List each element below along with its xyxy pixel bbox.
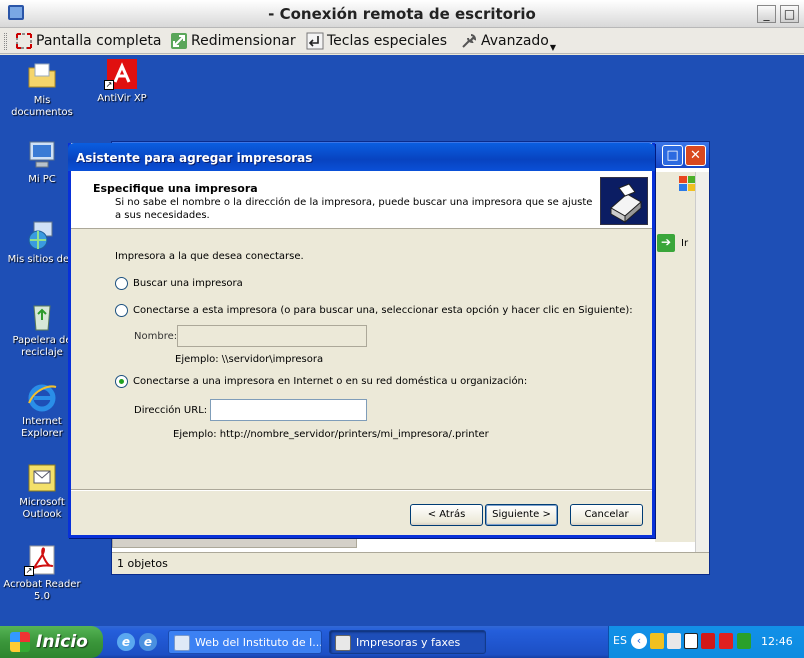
remote-desktop-title: - Conexión remota de escritorio [268,5,536,23]
network-globe-icon [26,219,58,251]
recycle-bin-icon [26,300,58,332]
advanced-label: Avanzado [481,33,549,49]
resize-button[interactable]: Redimensionar [170,31,296,51]
network-icon[interactable] [667,633,681,649]
ie-quicklaunch-icon-2[interactable]: e [139,633,157,651]
system-tray: ES ‹ 12:46 [608,626,804,658]
next-button[interactable]: Siguiente > [485,504,558,526]
go-label: Ir [681,237,689,249]
printer-icon [600,177,648,225]
window-icon [174,635,190,651]
chevron-down-icon: ▼ [549,42,557,52]
printer-prompt: Impresora a la que desea conectarse. [115,251,304,262]
wizard-subheading: Si no sabe el nombre o la dirección de l… [115,197,593,221]
clock: 12:46 [761,635,793,648]
antivir-tray-icon[interactable] [719,633,733,649]
special-keys-button[interactable]: Teclas especiales [306,31,447,51]
wizard-header: Especifique una impresora Si no sabe el … [71,171,652,229]
start-button[interactable]: Inicio [0,626,103,658]
outlook-icon [26,462,58,494]
shield-icon[interactable] [650,633,664,649]
url-input[interactable] [210,399,367,421]
taskbar-item-label: Web del Instituto de l... [195,636,322,649]
resize-label: Redimensionar [191,33,296,49]
radio-search-printer[interactable] [115,277,128,290]
name-label: Nombre: [134,331,178,342]
acrobat-icon: ↗ [24,544,58,576]
resize-tray-icon[interactable] [737,633,751,649]
radio-connect-printer-label[interactable]: Conectarse a esta impresora (o para busc… [133,305,633,316]
desktop-icon-acrobat[interactable]: ↗ Acrobat Reader 5.0 [2,544,82,603]
advanced-menu-button[interactable]: Avanzado ▼ [460,31,557,52]
antivir-icon: ↗ [104,58,138,90]
shortcut-arrow-icon: ↗ [104,80,114,90]
ie-quicklaunch-icon[interactable]: e [117,633,135,651]
start-label: Inicio [36,632,88,652]
resize-icon [170,32,188,50]
computer-icon [26,139,58,171]
printer-icon [335,635,351,651]
go-arrow-icon: ➔ [657,234,675,252]
wrench-icon [460,32,478,50]
fullscreen-button[interactable]: Pantalla completa [15,31,162,51]
security-icon[interactable] [701,633,715,649]
shortcut-arrow-icon: ↗ [24,566,34,576]
desktop-icon-antivir[interactable]: ↗ AntiVir XP [82,58,162,105]
taskbar: Inicio e e Web del Instituto de l... Imp… [0,626,804,658]
wizard-title: Asistente para agregar impresoras [76,151,313,165]
desktop-icon-label: Acrobat Reader 5.0 [3,579,81,602]
desktop-icon-label: AntiVir XP [97,93,147,104]
language-indicator[interactable]: ES [613,634,627,647]
maximize-button[interactable]: □ [780,5,799,23]
url-example: Ejemplo: http://nombre_servidor/printers… [173,429,489,440]
wizard-divider [71,489,652,491]
taskbar-item-web[interactable]: Web del Instituto de l... [168,630,322,654]
printer-name-field[interactable] [177,325,367,347]
vertical-scrollbar[interactable] [695,172,709,552]
special-keys-label: Teclas especiales [327,33,448,49]
maximize-button[interactable]: □ [662,145,683,166]
add-printer-wizard: Asistente para agregar impresoras Especi… [68,143,655,538]
taskbar-item-printers[interactable]: Impresoras y faxes [329,630,486,654]
taskbar-item-label: Impresoras y faxes [356,636,461,649]
radio-connect-printer[interactable] [115,304,128,317]
minimize-button[interactable]: _ [757,5,776,23]
status-bar: 1 objetos [112,552,709,574]
chevron-left-icon[interactable]: ‹ [631,633,647,649]
vnc-icon[interactable] [684,633,698,649]
remote-desktop-toolbar: Pantalla completa Redimensionar Teclas e… [0,28,804,54]
back-button[interactable]: < Atrás [410,504,483,526]
windows-logo-icon [10,632,30,652]
radio-internet-printer-label[interactable]: Conectarse a una impresora en Internet o… [133,376,527,387]
desktop-icon-label: Mis documentos [11,95,73,118]
fullscreen-label: Pantalla completa [36,33,162,49]
toolbar-grip[interactable] [4,33,7,50]
wizard-titlebar[interactable]: Asistente para agregar impresoras [68,143,655,171]
url-label: Dirección URL: [134,405,208,416]
radio-internet-printer[interactable] [115,375,128,388]
radio-search-printer-label[interactable]: Buscar una impresora [133,278,243,289]
wizard-heading: Especifique una impresora [93,182,258,195]
keyboard-enter-icon [306,32,324,50]
fullscreen-icon [15,32,33,50]
close-button[interactable]: ✕ [685,145,706,166]
internet-explorer-icon [26,381,58,413]
remote-desktop-titlebar: - Conexión remota de escritorio _ □ [0,0,804,28]
wizard-body: Impresora a la que desea conectarse. Bus… [71,229,652,489]
desktop-icon-my-documents[interactable]: Mis documentos [2,60,82,119]
go-button[interactable]: ➔ Ir [655,234,688,252]
cancel-button[interactable]: Cancelar [570,504,643,526]
name-example: Ejemplo: \\servidor\impresora [175,354,324,365]
folder-icon [26,60,58,92]
